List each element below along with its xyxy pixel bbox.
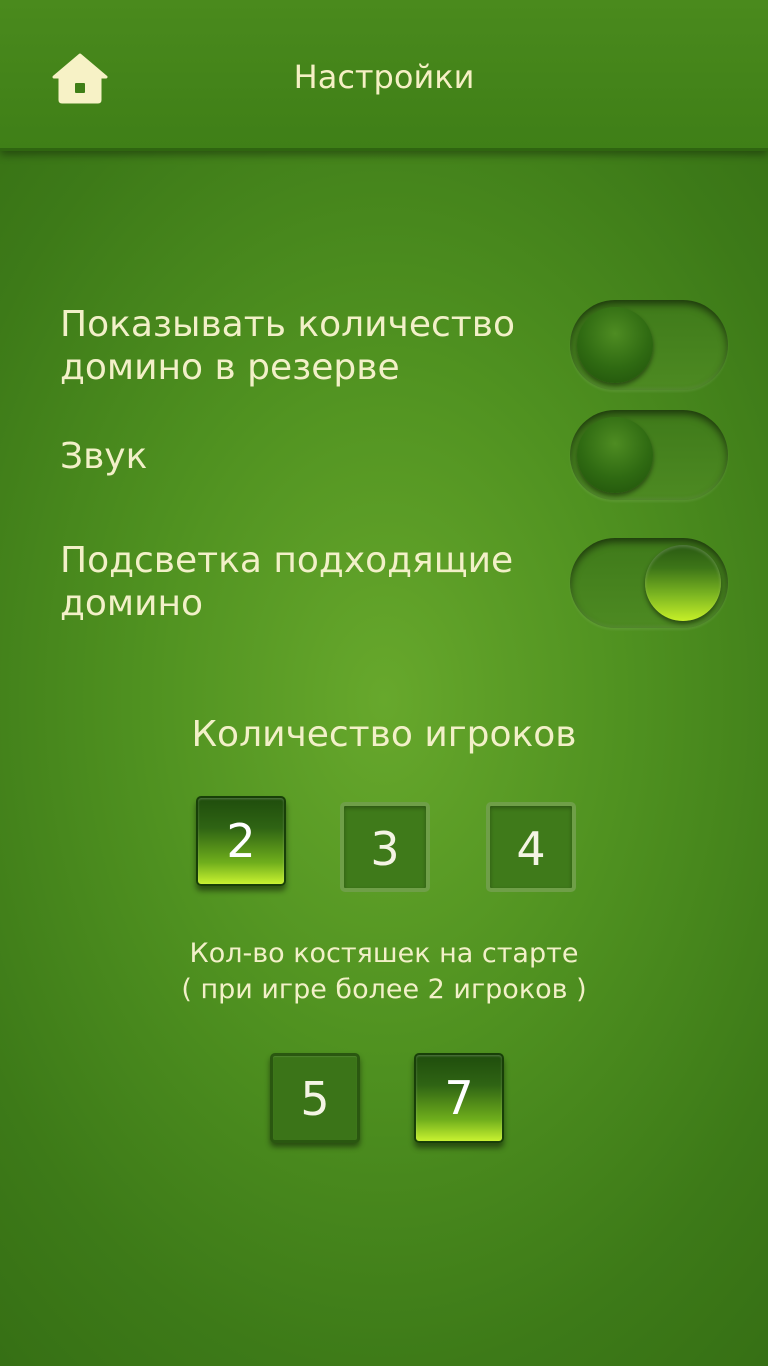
setting-label-show-reserve: Показывать количество домино в резерве (60, 304, 515, 388)
toggle-knob (577, 417, 653, 493)
top-bar: Настройки (0, 0, 768, 151)
toggle-knob (577, 307, 653, 383)
toggle-knob (645, 545, 721, 621)
players-option-3[interactable]: 3 (340, 802, 430, 892)
players-count-title: Количество игроков (191, 714, 577, 755)
start-tiles-title-line2: ( при игре более 2 игроков ) (181, 974, 587, 1005)
start-tiles-title-line1: Кол-во костяшек на старте (189, 938, 579, 969)
page-title: Настройки (293, 58, 475, 96)
toggle-show-reserve[interactable] (570, 300, 728, 390)
players-option-4[interactable]: 4 (486, 802, 576, 892)
start-tiles-title: Кол-во костяшек на старте ( при игре бол… (0, 936, 768, 1008)
start-tiles-option-7[interactable]: 7 (414, 1053, 504, 1143)
toggle-highlight[interactable] (570, 538, 728, 628)
setting-label-highlight: Подсветка подходящие домино (60, 540, 514, 624)
setting-label-sound: Звук (60, 436, 148, 477)
players-option-2[interactable]: 2 (196, 796, 286, 886)
start-tiles-option-5[interactable]: 5 (270, 1053, 360, 1143)
toggle-sound[interactable] (570, 410, 728, 500)
